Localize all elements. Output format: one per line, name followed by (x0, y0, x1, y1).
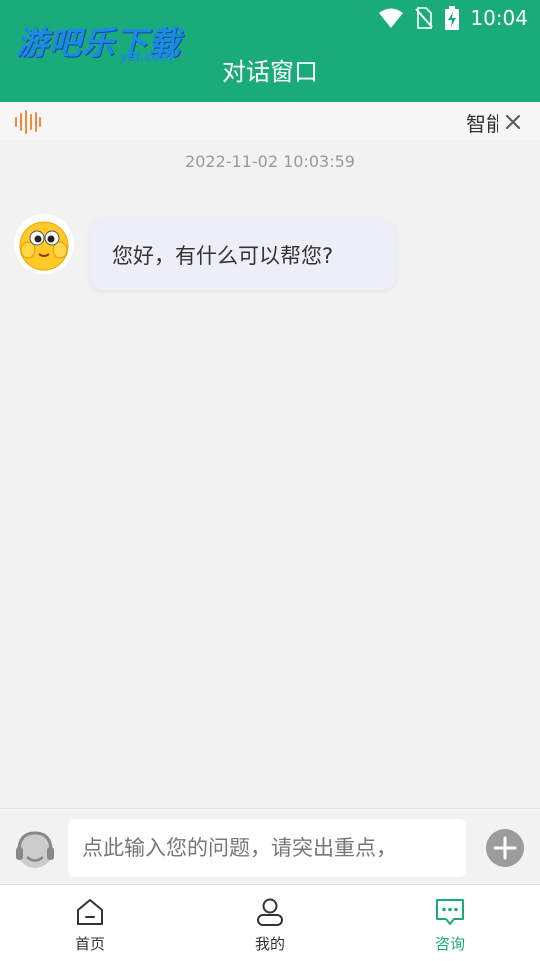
tab-mine[interactable]: 我的 (180, 885, 360, 961)
notice-text: 智能 (466, 112, 498, 136)
status-bar: 10:04 (378, 6, 528, 30)
sound-wave-icon (15, 110, 41, 134)
tab-home[interactable]: 首页 (0, 885, 180, 961)
home-icon (77, 899, 103, 925)
app-header: 游吧乐下载 y8l.com 10:04 对话窗口 (0, 0, 540, 102)
no-sim-icon (415, 7, 434, 29)
bot-avatar (14, 214, 74, 274)
tab-consult-label: 咨询 (434, 935, 465, 953)
close-icon[interactable] (504, 113, 522, 131)
wifi-icon (379, 8, 404, 28)
input-bar (0, 808, 540, 885)
notice-bar: 智能 (0, 102, 540, 140)
add-icon[interactable] (485, 828, 525, 868)
battery-charging-icon (445, 6, 460, 30)
chat-bubble-incoming: 您好，有什么可以帮您? (90, 218, 396, 290)
status-time: 10:04 (470, 6, 528, 30)
user-icon (257, 898, 283, 926)
bottom-tab-bar: 首页 我的 咨询 (0, 884, 540, 961)
page-title: 对话窗口 (222, 58, 318, 86)
chat-message-text: 您好，有什么可以帮您? (112, 244, 334, 268)
message-timestamp: 2022-11-02 10:03:59 (185, 152, 355, 171)
tab-mine-label: 我的 (254, 935, 285, 953)
emoji-avatar-icon (19, 221, 69, 271)
message-input[interactable] (68, 819, 466, 877)
headset-icon[interactable] (14, 829, 56, 869)
tab-consult[interactable]: 咨询 (360, 885, 540, 961)
chat-icon (436, 899, 464, 925)
tab-home-label: 首页 (74, 935, 105, 953)
